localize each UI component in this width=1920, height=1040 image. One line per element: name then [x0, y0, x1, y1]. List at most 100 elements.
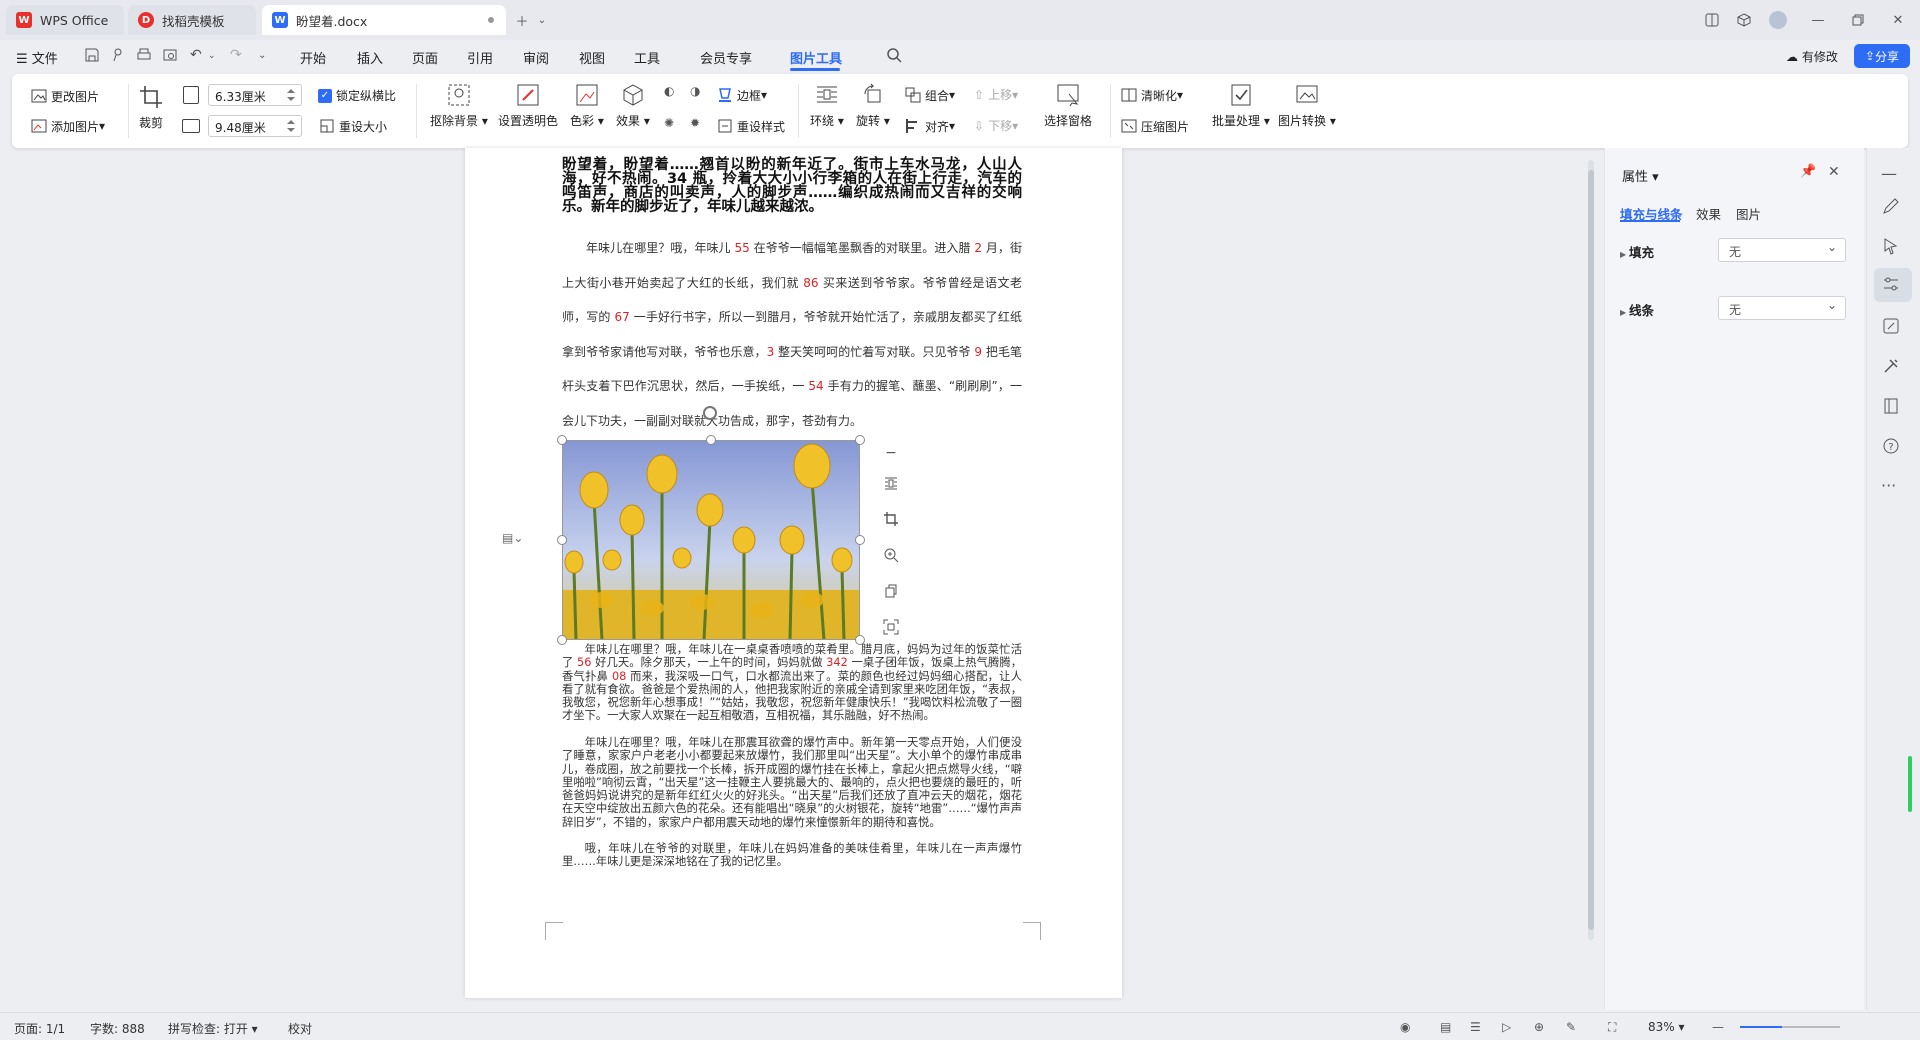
lock-aspect-ratio-checkbox[interactable]: ✓ 锁定纵横比 — [318, 87, 396, 104]
tab-templates[interactable]: D 找稻壳模板 — [128, 5, 256, 35]
border-button[interactable]: 边框 ▾ — [716, 86, 767, 104]
web-view-icon[interactable]: ⊕ — [1534, 1020, 1544, 1034]
resize-handle[interactable] — [855, 435, 865, 445]
add-picture-button[interactable]: 添加图片 ▾ — [30, 117, 105, 135]
menu-tab-2[interactable]: 页面 — [412, 48, 438, 67]
menu-tab-4[interactable]: 审阅 — [523, 48, 549, 67]
clarity-button[interactable]: 清晰化 ▾ — [1120, 86, 1183, 104]
copy-icon[interactable] — [878, 578, 904, 604]
redo-icon[interactable]: ↷ — [230, 47, 248, 65]
book-icon[interactable] — [1881, 396, 1905, 420]
effect-button[interactable]: 效果 ▾ — [616, 82, 650, 129]
spell-check-toggle[interactable]: 拼写检查: 打开 ▾ — [168, 1020, 258, 1037]
rotate-button[interactable]: 旋转 ▾ — [856, 82, 890, 129]
zoom-out-icon[interactable]: — — [1712, 1020, 1724, 1034]
tab-document[interactable]: W 盼望着.docx — [262, 5, 506, 35]
outline-view-icon[interactable]: ☰ — [1470, 1020, 1481, 1034]
close-icon[interactable]: ✕ — [1888, 10, 1908, 30]
has-changes-indicator[interactable]: ☁ 有修改 — [1786, 48, 1838, 65]
page-view-icon[interactable]: ▤ — [1440, 1020, 1451, 1034]
remove-background-button[interactable]: 抠除背景 ▾ — [430, 82, 488, 129]
minimize-icon[interactable]: — — [1808, 10, 1828, 30]
move-down-button[interactable]: ⇩ 下移 ▾ — [974, 117, 1018, 134]
collapse-sidebar-icon[interactable]: — — [1881, 164, 1905, 188]
doc-heading[interactable]: 盼望着，盼望着……翘首以盼的新年近了。街市上车水马龙，人山人海，好不热闹。34 … — [562, 158, 1022, 215]
undo-chevron-icon[interactable]: ⌄ — [208, 51, 226, 69]
resize-handle[interactable] — [557, 535, 567, 545]
help-icon[interactable]: ? — [1881, 436, 1905, 460]
tab-list-chevron-icon[interactable]: ⌄ — [532, 10, 552, 30]
restore-icon[interactable] — [1848, 10, 1868, 30]
move-up-button[interactable]: ⇧ 上移 ▾ — [974, 86, 1018, 103]
doc-paragraph-3[interactable]: 年味儿在哪里？哦，年味儿在那震耳欲聋的爆竹声中。新年第一天零点开始，人们便没了睡… — [562, 736, 1022, 829]
adjust-sliders-icon[interactable] — [1881, 274, 1905, 298]
pin-icon[interactable]: 📌 — [1800, 164, 1816, 179]
tab-wps-office[interactable]: W WPS Office — [6, 5, 124, 35]
zoom-level[interactable]: 83% ▾ — [1648, 1020, 1685, 1034]
save-icon[interactable] — [84, 47, 102, 65]
print-icon[interactable] — [136, 47, 154, 65]
menu-tab-5[interactable]: 视图 — [579, 48, 605, 67]
change-picture-button[interactable]: 更改图片 — [30, 87, 99, 105]
screenshot-icon[interactable] — [878, 614, 904, 640]
edit-image-icon[interactable] — [1881, 316, 1905, 340]
line-select[interactable]: 无 — [1718, 296, 1846, 320]
layout-options-icon[interactable]: ▤⌄ — [502, 531, 523, 545]
height-input[interactable]: 9.48厘米 — [208, 115, 302, 137]
rotate-handle-icon[interactable] — [703, 406, 717, 420]
more-icon[interactable]: ··· — [1881, 476, 1905, 500]
brightness-down-icon[interactable]: ✺ — [664, 116, 674, 130]
reset-size-button[interactable]: 重设大小 — [318, 117, 387, 135]
properties-title[interactable]: 属性 ▾ — [1622, 166, 1659, 185]
fill-select[interactable]: 无 — [1718, 238, 1846, 262]
menu-tab-7[interactable]: 会员专享 — [700, 48, 752, 67]
doc-paragraph-2[interactable]: 年味儿在哪里？哦，年味儿在一桌桌香喷喷的菜肴里。腊月底，妈妈为过年的饭菜忙活了 … — [562, 643, 1022, 723]
contrast-up-icon[interactable]: ◑ — [690, 84, 700, 98]
align-button[interactable]: 对齐 ▾ — [904, 117, 955, 135]
share-button[interactable]: ⇪ 分享 — [1854, 44, 1910, 68]
color-button[interactable]: 色彩 ▾ — [570, 82, 604, 129]
vertical-scrollbar[interactable] — [1588, 160, 1594, 940]
more-chevron-icon[interactable]: ⌄ — [258, 50, 276, 68]
selection-pane-button[interactable]: 选择窗格 — [1044, 82, 1092, 129]
tab-effect[interactable]: 效果 — [1696, 204, 1721, 223]
page-count[interactable]: 页面: 1/1 — [14, 1020, 65, 1037]
picture-convert-button[interactable]: 图片转换 ▾ — [1278, 82, 1336, 129]
avatar[interactable] — [1768, 10, 1788, 30]
select-cursor-icon[interactable] — [1881, 236, 1905, 260]
wrap-button[interactable]: 环绕 ▾ — [810, 82, 844, 129]
panel-close-icon[interactable]: ✕ — [1828, 164, 1840, 180]
scrollbar-thumb[interactable] — [1588, 170, 1594, 930]
search-icon[interactable] — [886, 47, 904, 65]
eye-protection-icon[interactable]: ◉ — [1400, 1020, 1410, 1034]
set-transparent-button[interactable]: 设置透明色 — [498, 82, 558, 129]
doc-paragraph-1[interactable]: 年味儿在哪里？哦，年味儿 55 在爷爷一幅幅笔墨飘香的对联里。进入腊 2 月，街… — [562, 231, 1022, 438]
compress-picture-button[interactable]: 压缩图片 — [1120, 117, 1189, 135]
zoom-in-icon[interactable] — [878, 542, 904, 568]
width-input[interactable]: 6.33厘米 — [208, 84, 302, 106]
file-menu[interactable]: ☰ 文件 — [16, 48, 58, 67]
layout-icon[interactable] — [1702, 10, 1722, 30]
resize-handle[interactable] — [855, 535, 865, 545]
group-button[interactable]: 组合 ▾ — [904, 86, 955, 104]
line-row-label[interactable]: ▶ 线条 — [1620, 300, 1654, 319]
float-crop-icon[interactable] — [878, 506, 904, 532]
contrast-down-icon[interactable]: ✹ — [690, 116, 700, 130]
new-tab-icon[interactable]: ＋ — [512, 10, 532, 30]
play-icon[interactable]: ▷ — [1502, 1020, 1511, 1034]
menu-tab-1[interactable]: 插入 — [357, 48, 383, 67]
menu-tab-0[interactable]: 开始 — [300, 48, 326, 67]
resize-handle[interactable] — [557, 435, 567, 445]
tools-icon[interactable] — [1881, 356, 1905, 380]
menu-tab-3[interactable]: 引用 — [467, 48, 493, 67]
collapse-toolbar-icon[interactable]: − — [878, 440, 904, 466]
word-count[interactable]: 字数: 888 — [90, 1020, 145, 1037]
format-painter-icon[interactable] — [110, 47, 128, 65]
resize-handle[interactable] — [706, 435, 716, 445]
pen-icon[interactable] — [1881, 196, 1905, 220]
undo-icon[interactable]: ↶ — [190, 47, 208, 65]
fit-page-icon[interactable]: ⛶ — [1608, 1020, 1616, 1035]
tab-picture[interactable]: 图片 — [1736, 204, 1761, 223]
zoom-slider[interactable] — [1740, 1026, 1840, 1028]
menu-tab-6[interactable]: 工具 — [634, 48, 660, 67]
